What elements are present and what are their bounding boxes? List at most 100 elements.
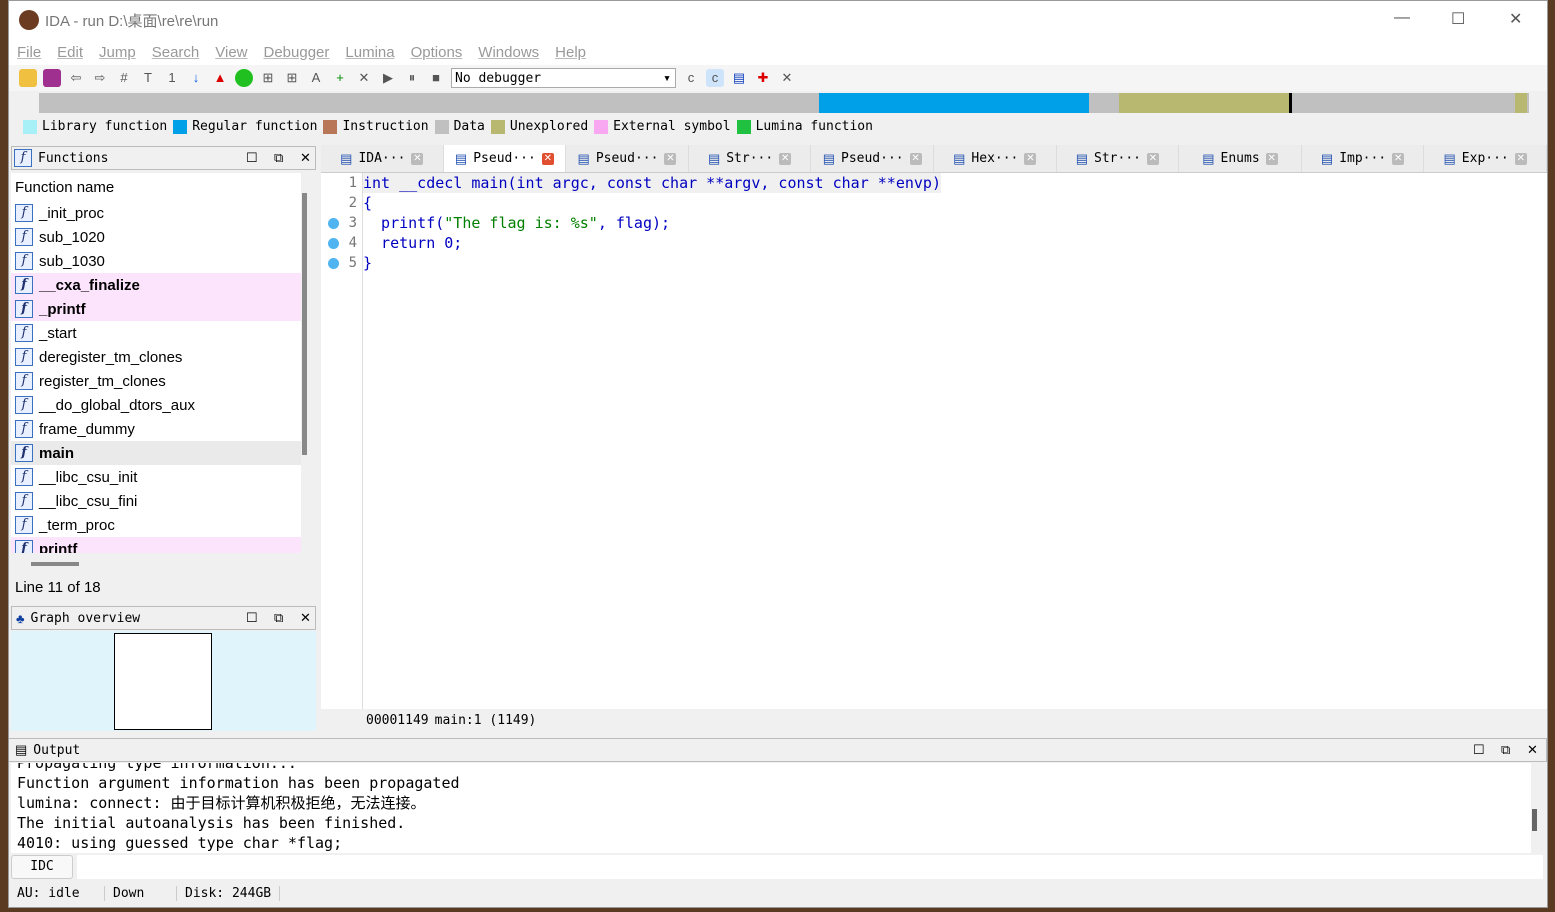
tab-close-icon[interactable]: ✕: [1392, 152, 1405, 165]
output-scrollbar[interactable]: [1532, 809, 1537, 831]
legend-swatch: [594, 119, 609, 134]
make-code-icon[interactable]: ⊞: [259, 69, 277, 87]
function-list-item[interactable]: f register_tm_clones: [11, 369, 301, 393]
make-string-icon[interactable]: A: [307, 69, 325, 87]
menu-file[interactable]: File: [17, 44, 41, 61]
breakpoint-add-icon[interactable]: ✚: [754, 69, 772, 87]
maximize-panel-icon[interactable]: ☐: [1473, 742, 1485, 758]
tab-4[interactable]: ▤ Pseud··· ✕: [811, 145, 934, 172]
make-data-icon[interactable]: ⊞: [283, 69, 301, 87]
function-list-item[interactable]: f sub_1030: [11, 249, 301, 273]
close-panel-icon[interactable]: ✕: [300, 150, 311, 166]
graph-overview-canvas[interactable]: [11, 631, 316, 731]
tab-8[interactable]: ▤ Imp··· ✕: [1302, 145, 1425, 172]
menu-debugger[interactable]: Debugger: [264, 44, 330, 61]
save-icon[interactable]: [43, 69, 61, 87]
decompile-icon[interactable]: c: [682, 69, 700, 87]
menu-view[interactable]: View: [215, 44, 247, 61]
tab-2[interactable]: ▤ Pseud··· ✕: [566, 145, 689, 172]
tab-6[interactable]: ▤ Str··· ✕: [1057, 145, 1180, 172]
function-list-item[interactable]: f main: [11, 441, 301, 465]
tab-close-icon[interactable]: ✕: [1265, 152, 1278, 165]
breakpoint-dot-icon[interactable]: [328, 218, 339, 229]
function-list-item[interactable]: f __libc_csu_init: [11, 465, 301, 489]
function-list-item[interactable]: f deregister_tm_clones: [11, 345, 301, 369]
function-icon: f: [15, 468, 33, 486]
tab-3[interactable]: ▤ Str··· ✕: [689, 145, 812, 172]
tab-0[interactable]: ▤ IDA··· ✕: [321, 145, 444, 172]
search-binary-icon[interactable]: #: [115, 69, 133, 87]
green-circle-icon[interactable]: [235, 69, 253, 87]
jump-down-icon[interactable]: ↓: [187, 69, 205, 87]
menu-search[interactable]: Search: [152, 44, 200, 61]
menu-edit[interactable]: Edit: [57, 44, 83, 61]
function-list-item[interactable]: f _term_proc: [11, 513, 301, 537]
tab-7[interactable]: ▤ Enums ✕: [1179, 145, 1302, 172]
function-list-item[interactable]: f __cxa_finalize: [11, 273, 301, 297]
function-list-item[interactable]: f __libc_csu_fini: [11, 489, 301, 513]
tab-close-icon[interactable]: ✕: [541, 152, 554, 165]
tab-close-icon[interactable]: ✕: [1146, 152, 1159, 165]
functions-scrollbar[interactable]: [302, 193, 307, 455]
close-panel-icon[interactable]: ✕: [1527, 742, 1538, 758]
menu-help[interactable]: Help: [555, 44, 586, 61]
menu-lumina[interactable]: Lumina: [345, 44, 394, 61]
run-icon[interactable]: ▶: [379, 69, 397, 87]
open-icon[interactable]: [19, 69, 37, 87]
pseudocode-icon[interactable]: c: [706, 69, 724, 87]
tab-close-icon[interactable]: ✕: [1514, 152, 1527, 165]
add-struct-icon[interactable]: +: [331, 69, 349, 87]
idc-button[interactable]: IDC: [11, 855, 73, 879]
functions-hscrollbar[interactable]: [31, 562, 79, 566]
float-panel-icon[interactable]: ⧉: [274, 610, 283, 626]
tab-close-icon[interactable]: ✕: [909, 152, 922, 165]
pause-icon[interactable]: ⏸: [403, 69, 421, 87]
stop-icon[interactable]: ■: [427, 69, 445, 87]
structures-icon[interactable]: ▤: [730, 69, 748, 87]
breakpoint-dot-icon[interactable]: [328, 238, 339, 249]
forward-icon[interactable]: ⇨: [91, 69, 109, 87]
float-panel-icon[interactable]: ⧉: [274, 150, 283, 166]
warning-icon[interactable]: ▲: [211, 69, 229, 87]
tab-close-icon[interactable]: ✕: [779, 152, 792, 165]
maximize-panel-icon[interactable]: ☐: [246, 150, 258, 166]
breakpoint-dot-icon[interactable]: [328, 258, 339, 269]
search-text-icon[interactable]: T: [139, 69, 157, 87]
legend-swatch: [23, 119, 37, 134]
close-panel-icon[interactable]: ✕: [300, 610, 311, 626]
tab-9[interactable]: ▤ Exp··· ✕: [1424, 145, 1547, 172]
function-name: printf: [39, 540, 78, 554]
maximize-button[interactable]: ☐: [1451, 9, 1465, 29]
tab-close-icon[interactable]: ✕: [664, 152, 677, 165]
menu-jump[interactable]: Jump: [99, 44, 136, 61]
command-input[interactable]: [77, 855, 1543, 879]
menu-options[interactable]: Options: [411, 44, 463, 61]
function-list-item[interactable]: f sub_1020: [11, 225, 301, 249]
breakpoint-delete-icon[interactable]: ✕: [778, 69, 796, 87]
function-list-item[interactable]: f __do_global_dtors_aux: [11, 393, 301, 417]
maximize-panel-icon[interactable]: ☐: [246, 610, 258, 626]
function-name: __cxa_finalize: [39, 276, 140, 294]
function-list-item[interactable]: f _printf: [11, 297, 301, 321]
pseudocode-view[interactable]: 1 2 3 4 5 int __cdecl main(int argc, const c…: [321, 173, 1547, 709]
column-header-function-name[interactable]: Function name: [11, 173, 301, 201]
close-button[interactable]: ✕: [1509, 9, 1522, 29]
tab-close-icon[interactable]: ✕: [411, 152, 424, 165]
function-list-item[interactable]: f _start: [11, 321, 301, 345]
float-panel-icon[interactable]: ⧉: [1501, 742, 1510, 758]
function-list-item[interactable]: f _init_proc: [11, 201, 301, 225]
debugger-select[interactable]: No debugger ▾: [451, 68, 676, 88]
graph-viewport[interactable]: [114, 633, 212, 730]
search-imm-icon[interactable]: 1: [163, 69, 181, 87]
function-list-item[interactable]: f frame_dummy: [11, 417, 301, 441]
minimize-button[interactable]: —: [1394, 9, 1410, 27]
navigation-band[interactable]: [39, 93, 1529, 113]
tab-1[interactable]: ▤ Pseud··· ✕: [443, 145, 567, 172]
undefine-icon[interactable]: ✕: [355, 69, 373, 87]
tab-5[interactable]: ▤ Hex··· ✕: [934, 145, 1057, 172]
back-icon[interactable]: ⇦: [67, 69, 85, 87]
function-list-item[interactable]: f printf: [11, 537, 301, 553]
tab-close-icon[interactable]: ✕: [1024, 152, 1037, 165]
nav-unexplored-end: [1515, 93, 1527, 113]
menu-windows[interactable]: Windows: [478, 44, 539, 61]
